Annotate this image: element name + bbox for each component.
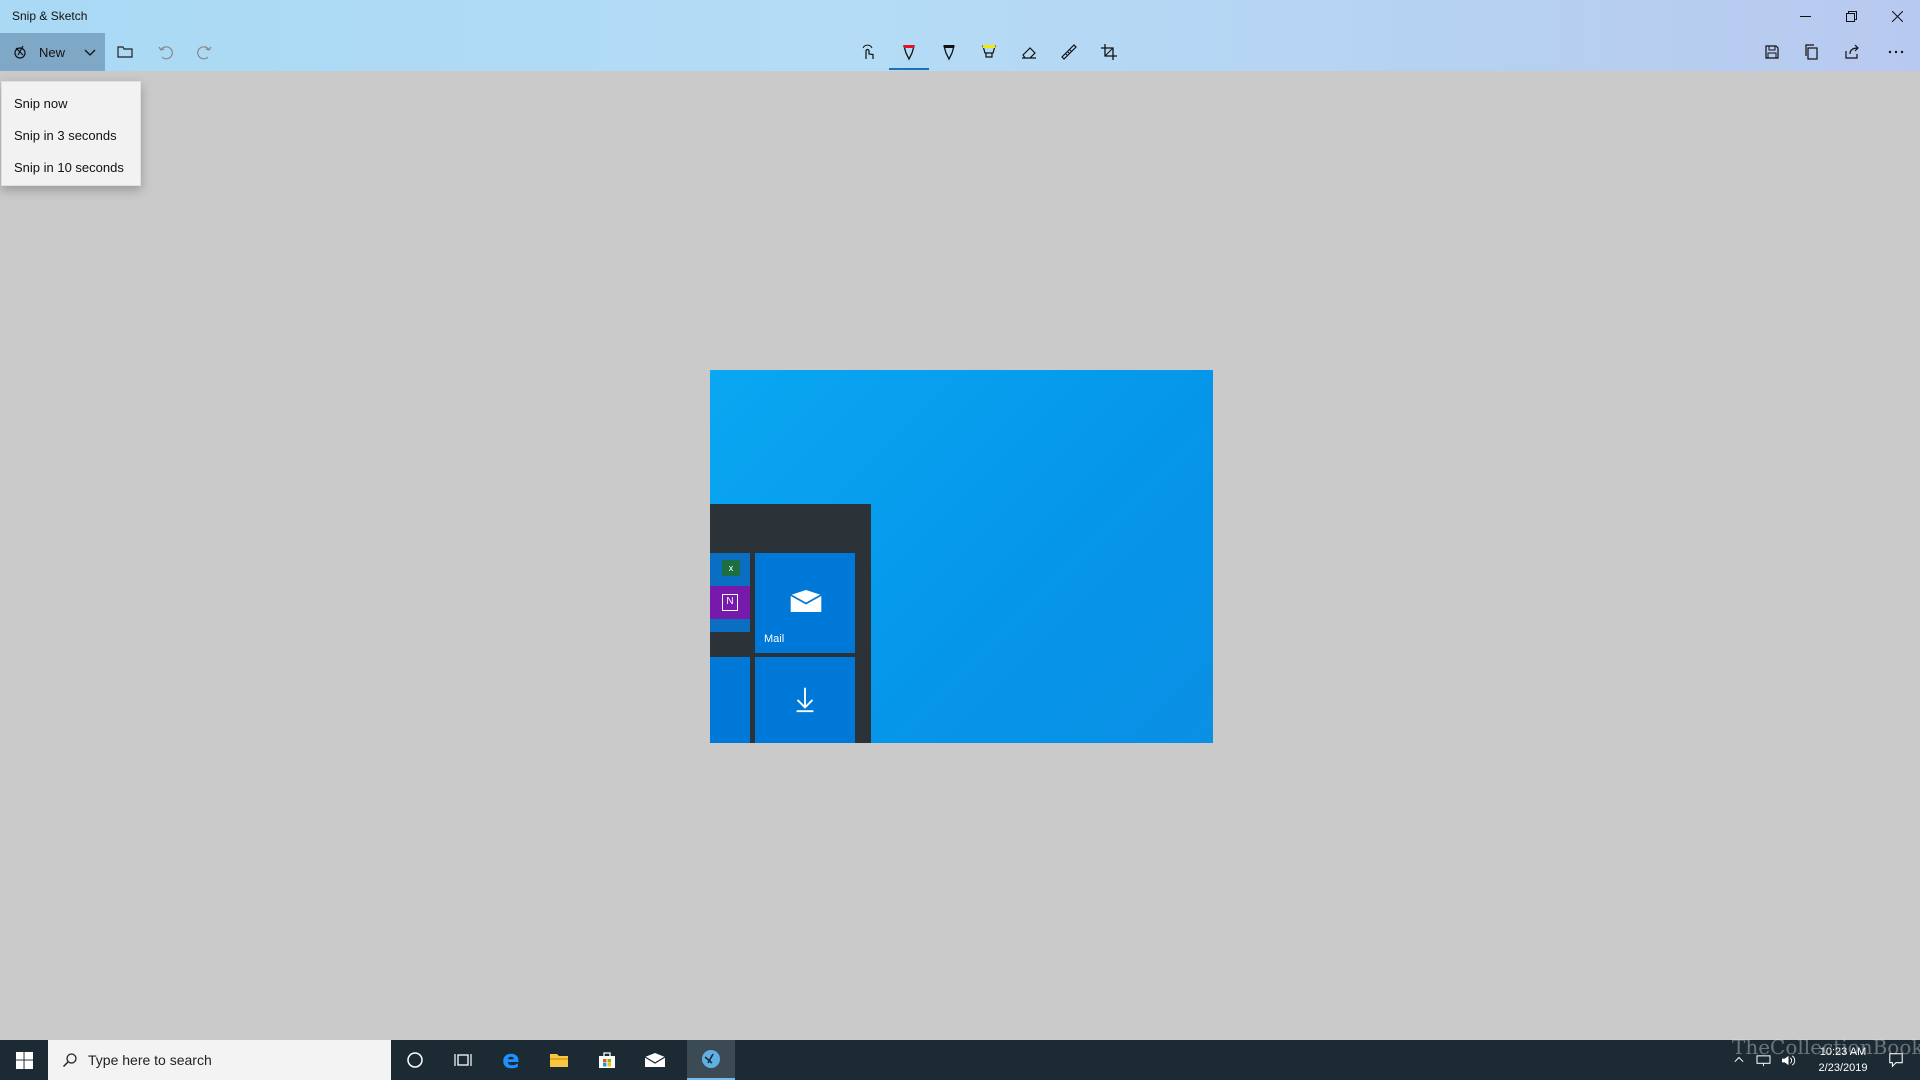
clock-time: 10:23 AM [1819,1046,1867,1058]
open-file-button[interactable] [115,42,135,62]
ruler-icon [1061,44,1077,60]
copy-button[interactable] [1802,42,1822,62]
pencil-icon [943,45,955,61]
small-tile [710,619,750,632]
touch-writing-button[interactable] [859,42,879,62]
toolbar: New [0,33,1920,71]
mail-icon [644,1053,666,1067]
mail-button[interactable] [631,1040,679,1080]
active-tool-indicator [889,68,929,70]
menu-item-snip-now[interactable]: Snip now [2,88,140,120]
partial-tile [710,657,750,743]
taskbar: Type here to search e TheCollectionBook … [0,1035,1920,1080]
excel-tile-icon: x [722,560,740,576]
title-bar: Snip & Sketch [0,0,1920,33]
system-tray [1734,1040,1796,1080]
folder-icon [550,1054,568,1067]
restore-icon [1845,11,1857,22]
highlighter-button[interactable] [979,42,999,62]
highlighter-icon [982,45,996,58]
action-center-button[interactable] [1872,1040,1920,1080]
snip-icon [14,45,26,59]
close-icon [1891,11,1903,22]
more-button[interactable] [1886,42,1906,62]
task-view-button[interactable] [439,1040,487,1080]
edge-icon: e [502,1045,520,1075]
chevron-down-icon[interactable] [83,45,97,59]
search-icon [62,1053,77,1068]
new-label: New [39,44,66,60]
new-snip-menu: Snip now Snip in 3 seconds Snip in 10 se… [1,81,141,186]
start-menu-capture: x N Mail [710,504,871,743]
store-button[interactable] [583,1040,631,1080]
save-icon [1765,45,1779,59]
copy-icon [1805,44,1818,60]
taskbar-clock[interactable]: 10:23 AM 2/23/2019 [1808,1044,1878,1076]
snip-sketch-icon [702,1050,720,1068]
more-icon [1888,50,1904,54]
store-bag-icon [599,1052,615,1068]
mail-icon [790,589,822,613]
cortana-button[interactable] [391,1040,439,1080]
clock-date: 2/23/2019 [1818,1062,1868,1074]
ruler-button[interactable] [1059,42,1079,62]
app-title: Snip & Sketch [12,9,88,23]
menu-item-snip-3-seconds[interactable]: Snip in 3 seconds [2,120,140,152]
network-icon[interactable] [1756,1054,1771,1067]
undo-icon [158,46,173,60]
share-button[interactable] [1842,42,1862,62]
redo-icon [197,46,212,60]
redo-button[interactable] [195,42,215,62]
crop-icon [1101,44,1117,60]
undo-button[interactable] [155,42,175,62]
eraser-icon [1022,47,1036,59]
snip-sketch-taskbar-button[interactable] [687,1040,735,1080]
minimize-icon [1799,16,1811,17]
new-snip-button[interactable]: New [0,33,105,71]
start-button[interactable] [0,1040,48,1080]
cortana-icon [407,1052,423,1068]
chevron-up-icon[interactable] [1734,1055,1744,1065]
folder-icon [117,46,133,58]
restore-button[interactable] [1828,0,1874,33]
mail-tile: Mail [755,553,855,653]
minimize-button[interactable] [1782,0,1828,33]
share-icon [1845,44,1859,59]
close-button[interactable] [1874,0,1920,33]
eraser-button[interactable] [1019,42,1039,62]
download-tile [755,657,855,743]
mail-tile-label: Mail [764,633,785,645]
touch-writing-icon [862,44,874,59]
menu-item-snip-10-seconds[interactable]: Snip in 10 seconds [2,152,140,184]
task-view-icon [454,1054,472,1066]
notification-icon [1889,1053,1903,1068]
window-controls [1782,0,1920,33]
search-placeholder: Type here to search [88,1052,212,1068]
ballpoint-pen-button[interactable] [899,42,919,62]
download-icon [796,687,814,713]
ballpoint-pen-icon [903,45,915,61]
taskbar-search-box[interactable]: Type here to search [48,1040,391,1080]
snip-preview: x N Mail [710,370,1213,743]
edge-button[interactable]: e [487,1040,535,1080]
crop-button[interactable] [1099,42,1119,62]
save-button[interactable] [1762,42,1782,62]
onenote-tile-icon: N [710,586,750,619]
pencil-button[interactable] [939,42,959,62]
volume-icon[interactable] [1781,1054,1796,1067]
windows-logo-icon [15,1051,33,1069]
file-explorer-button[interactable] [535,1040,583,1080]
